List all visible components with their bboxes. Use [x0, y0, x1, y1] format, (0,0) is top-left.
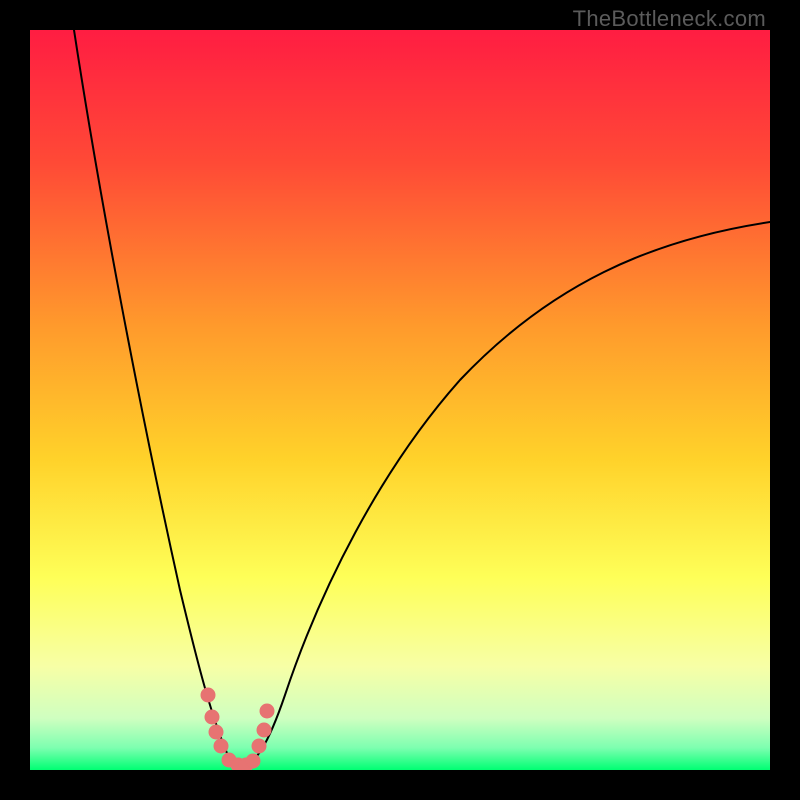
marker-dot — [201, 688, 215, 702]
marker-dot — [260, 704, 274, 718]
plot-area — [30, 30, 770, 770]
bottleneck-curve-right — [240, 222, 770, 768]
curve-layer — [30, 30, 770, 770]
marker-dot — [246, 754, 260, 768]
marker-dot — [257, 723, 271, 737]
marker-group — [201, 688, 274, 770]
marker-dot — [252, 739, 266, 753]
marker-dot — [214, 739, 228, 753]
marker-dot — [205, 710, 219, 724]
bottleneck-curve-left — [74, 30, 240, 768]
chart-frame: TheBottleneck.com — [0, 0, 800, 800]
watermark-text: TheBottleneck.com — [573, 6, 766, 32]
marker-dot — [209, 725, 223, 739]
